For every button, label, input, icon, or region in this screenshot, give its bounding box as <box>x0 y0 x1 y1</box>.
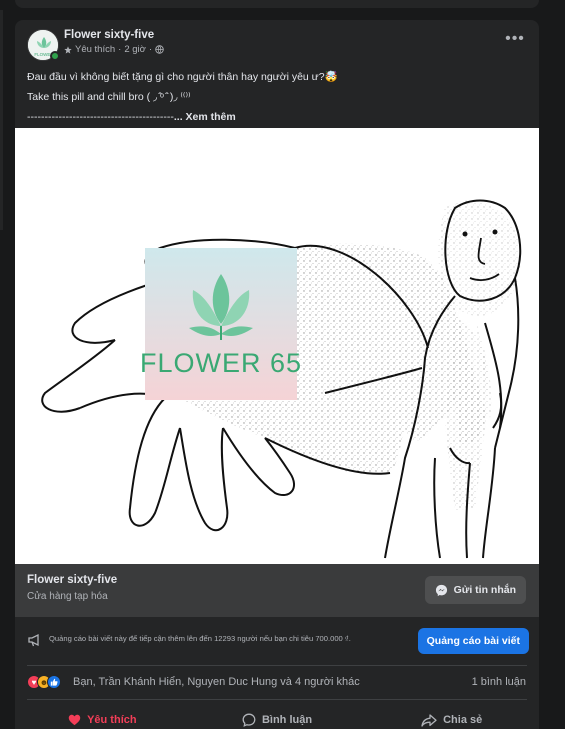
thumbs-up-icon <box>50 678 58 686</box>
more-options-button[interactable]: ••• <box>503 31 527 52</box>
previous-post-edge <box>15 0 539 8</box>
like-reaction-icon <box>47 675 61 689</box>
divider <box>27 665 527 666</box>
globe-icon[interactable] <box>155 45 164 54</box>
page-cta-bar: Flower sixty-five Cửa hàng tạp hóa Gửi t… <box>15 564 539 617</box>
send-message-button[interactable]: Gửi tin nhắn <box>424 576 526 604</box>
post-text: Đau đầu vì không biết tặng gì cho người … <box>27 67 527 127</box>
messenger-icon <box>435 584 447 596</box>
meta-separator: · <box>148 44 153 55</box>
comment-icon <box>242 713 256 727</box>
post-text-line: Đau đầu vì không biết tặng gì cho người … <box>27 71 338 83</box>
heart-icon <box>68 714 81 726</box>
share-button[interactable]: Chia sẻ <box>364 702 539 729</box>
post-card: FLOWER Flower sixty-five Yêu thích · 2 g… <box>15 20 539 729</box>
share-icon <box>421 713 437 727</box>
comment-button[interactable]: Bình luận <box>190 702 365 729</box>
boost-post-button[interactable]: Quảng cáo bài viết <box>417 628 529 654</box>
online-status-dot <box>50 51 60 61</box>
hand-drawing-illustration: FLOWER 65 <box>15 128 539 564</box>
share-label: Chia sẻ <box>443 714 483 726</box>
reactions-summary: ♥ ☻ Bạn, Trần Khánh Hiển, Nguyen Duc Hun… <box>15 670 539 694</box>
post-text-dashes: ----------------------------------------… <box>27 111 174 123</box>
meta-liked-label: Yêu thích <box>75 44 116 55</box>
like-label: Yêu thích <box>87 714 137 726</box>
post-header: FLOWER Flower sixty-five Yêu thích · 2 g… <box>15 20 539 70</box>
comments-count[interactable]: 1 bình luận <box>472 676 526 688</box>
megaphone-icon <box>28 633 39 647</box>
post-image[interactable]: FLOWER 65 <box>15 128 539 564</box>
star-icon <box>64 45 72 54</box>
post-text-line: Take this pill and chill bro ( ◞ ̑̑ᵒ ̑̑ … <box>27 91 191 103</box>
flower65-logo-text: FLOWER 65 <box>140 348 302 378</box>
boost-post-text: Quảng cáo bài viết này để tiếp cận thêm … <box>49 634 351 643</box>
reaction-icons[interactable]: ♥ ☻ <box>27 675 61 689</box>
boost-post-row: Quảng cáo bài viết này để tiếp cận thêm … <box>15 620 539 664</box>
cta-page-name[interactable]: Flower sixty-five <box>27 574 117 586</box>
post-text-line: ----------------------------------------… <box>27 107 527 127</box>
meta-separator: · <box>118 44 122 55</box>
post-meta: Yêu thích · 2 giờ · <box>64 44 164 55</box>
cta-page-category: Cửa hàng tạp hóa <box>27 591 108 602</box>
see-more-link[interactable]: ... Xem thêm <box>174 111 236 123</box>
post-actions: Yêu thích Bình luận Chia sẻ <box>15 702 539 729</box>
page-name-link[interactable]: Flower sixty-five <box>64 29 154 41</box>
reactors-list[interactable]: Bạn, Trần Khánh Hiển, Nguyen Duc Hung và… <box>73 676 360 688</box>
post-timestamp[interactable]: 2 giờ <box>124 44 146 55</box>
send-message-label: Gửi tin nhắn <box>453 584 516 596</box>
like-button[interactable]: Yêu thích <box>15 702 190 729</box>
left-panel-edge <box>0 10 3 230</box>
divider <box>27 699 527 700</box>
comment-label: Bình luận <box>261 714 313 726</box>
